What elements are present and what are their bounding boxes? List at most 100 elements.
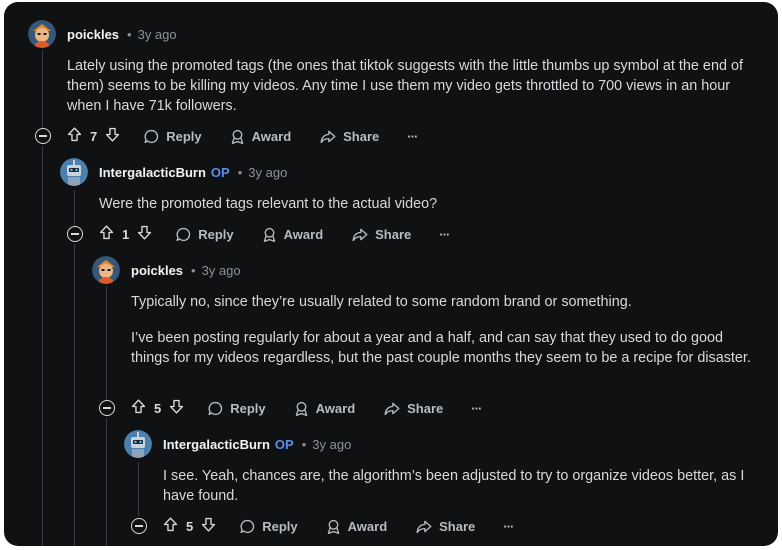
comment-paragraph: Lately using the promoted tags (the ones… <box>67 58 743 114</box>
downvote-icon[interactable] <box>136 224 153 244</box>
award-button[interactable]: Award <box>325 518 388 535</box>
comment-actions: 1 Reply Award Share ··· <box>98 222 450 246</box>
share-button[interactable]: Share <box>351 226 411 243</box>
comment-meta: poickles • 3y ago <box>67 24 177 44</box>
vote-group: 5 <box>162 516 217 536</box>
thread-line[interactable] <box>106 286 107 400</box>
upvote-icon[interactable] <box>66 126 83 146</box>
comment-paragraph: I’ve been posting regularly for about a … <box>131 330 751 366</box>
op-badge: OP <box>274 436 294 452</box>
vote-score: 5 <box>186 518 194 534</box>
vote-score: 7 <box>90 128 98 144</box>
award-icon <box>293 400 310 417</box>
comment-thread: poickles • 3y ago Lately using the promo… <box>4 2 778 546</box>
share-arrow-icon <box>319 128 337 145</box>
avatar[interactable] <box>28 20 56 48</box>
reply-label: Reply <box>262 518 298 534</box>
vote-group: 1 <box>98 224 153 244</box>
more-icon[interactable]: ··· <box>407 129 418 144</box>
timestamp[interactable]: 3y ago <box>248 165 287 180</box>
comment-paragraph: Were the promoted tags relevant to the a… <box>99 196 438 212</box>
collapse-icon[interactable] <box>67 226 83 242</box>
avatar[interactable] <box>92 256 120 284</box>
share-button[interactable]: Share <box>415 518 475 535</box>
award-icon <box>325 518 342 535</box>
award-button[interactable]: Award <box>261 226 324 243</box>
timestamp[interactable]: 3y ago <box>312 437 351 452</box>
downvote-icon[interactable] <box>104 126 121 146</box>
downvote-icon[interactable] <box>200 516 217 536</box>
reply-label: Reply <box>198 226 234 242</box>
share-label: Share <box>407 400 444 416</box>
share-label: Share <box>375 226 412 242</box>
reply-bubble-icon <box>207 400 224 417</box>
comment-body: Typically no, since they’re usually rela… <box>131 292 751 368</box>
share-label: Share <box>343 128 380 144</box>
share-arrow-icon <box>383 400 401 417</box>
collapse-icon[interactable] <box>131 518 147 534</box>
share-button[interactable]: Share <box>319 128 379 145</box>
vote-score: 1 <box>122 226 130 242</box>
separator-dot: • <box>237 164 243 180</box>
award-label: Award <box>251 128 292 144</box>
share-button[interactable]: Share <box>383 400 443 417</box>
comment-actions: 7 Reply Award Share ··· <box>66 124 418 148</box>
more-icon[interactable]: ··· <box>503 519 514 534</box>
thread-line[interactable] <box>138 462 139 516</box>
thread-line[interactable] <box>106 418 107 546</box>
award-label: Award <box>283 226 324 242</box>
comment-body: I see. Yeah, chances are, the algorithm’… <box>163 466 759 506</box>
comment-meta: IntergalacticBurn OP • 3y ago <box>99 162 287 182</box>
author-name[interactable]: poickles <box>131 263 183 278</box>
timestamp[interactable]: 3y ago <box>202 263 241 278</box>
award-icon <box>229 128 246 145</box>
more-icon[interactable]: ··· <box>439 227 450 242</box>
reply-bubble-icon <box>175 226 192 243</box>
separator-dot: • <box>127 26 132 42</box>
reply-label: Reply <box>230 400 266 416</box>
upvote-icon[interactable] <box>162 516 179 536</box>
reply-button[interactable]: Reply <box>207 400 266 417</box>
upvote-icon[interactable] <box>98 224 115 244</box>
share-arrow-icon <box>415 518 433 535</box>
share-label: Share <box>439 518 476 534</box>
thread-line[interactable] <box>74 244 75 546</box>
reply-label: Reply <box>166 128 202 144</box>
share-arrow-icon <box>351 226 369 243</box>
comment-actions: 5 Reply Award Share ··· <box>130 396 482 420</box>
thread-line[interactable] <box>74 190 75 226</box>
comment-meta: poickles • 3y ago <box>131 260 241 280</box>
avatar[interactable] <box>60 158 88 186</box>
comment-meta: IntergalacticBurn OP • 3y ago <box>163 434 351 454</box>
reply-button[interactable]: Reply <box>143 128 202 145</box>
author-name[interactable]: IntergalacticBurn <box>99 165 206 180</box>
award-icon <box>261 226 278 243</box>
comment-body: Were the promoted tags relevant to the a… <box>99 194 759 214</box>
downvote-icon[interactable] <box>168 398 185 418</box>
timestamp[interactable]: 3y ago <box>138 27 177 42</box>
op-badge: OP <box>210 164 230 180</box>
thread-line[interactable] <box>42 146 43 546</box>
reply-bubble-icon <box>143 128 160 145</box>
reply-bubble-icon <box>239 518 256 535</box>
comment-actions: 5 Reply Award Share ··· <box>162 514 514 538</box>
separator-dot: • <box>301 436 307 452</box>
avatar[interactable] <box>124 430 152 458</box>
vote-group: 5 <box>130 398 185 418</box>
author-name[interactable]: IntergalacticBurn <box>163 437 270 452</box>
separator-dot: • <box>191 262 196 278</box>
thread-line[interactable] <box>42 50 43 128</box>
collapse-icon[interactable] <box>99 400 115 416</box>
award-label: Award <box>347 518 388 534</box>
vote-group: 7 <box>66 126 121 146</box>
comment-body: Lately using the promoted tags (the ones… <box>67 56 757 116</box>
reply-button[interactable]: Reply <box>239 518 298 535</box>
award-button[interactable]: Award <box>293 400 356 417</box>
author-name[interactable]: poickles <box>67 27 119 42</box>
upvote-icon[interactable] <box>130 398 147 418</box>
more-icon[interactable]: ··· <box>471 401 482 416</box>
award-button[interactable]: Award <box>229 128 292 145</box>
collapse-icon[interactable] <box>35 128 51 144</box>
reply-button[interactable]: Reply <box>175 226 234 243</box>
award-label: Award <box>315 400 356 416</box>
